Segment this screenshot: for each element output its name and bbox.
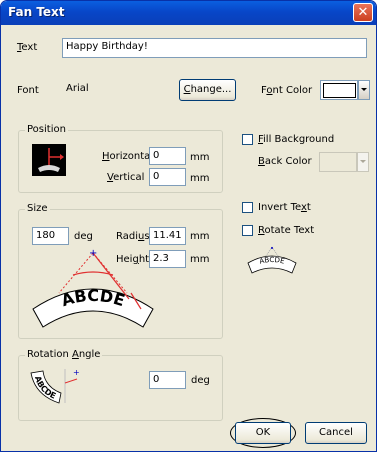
arc-degree-input[interactable]: 180 — [32, 227, 69, 245]
fill-background-checkbox[interactable] — [242, 134, 253, 145]
chevron-down-icon — [361, 88, 367, 91]
font-color-dropdown[interactable] — [358, 80, 370, 100]
vertical-unit: mm — [190, 173, 210, 184]
horizontal-input[interactable]: 0 — [149, 147, 186, 165]
text-label: Text — [17, 42, 38, 53]
change-font-button[interactable]: Change... — [179, 79, 236, 101]
position-group-title: Position — [25, 124, 68, 135]
cancel-button[interactable]: Cancel — [305, 422, 367, 444]
rotation-angle-unit: deg — [191, 375, 210, 386]
size-group-title: Size — [25, 203, 50, 214]
radius-unit: mm — [190, 231, 210, 242]
text-input[interactable]: Happy Birthday! — [62, 38, 367, 58]
font-label: Font — [17, 85, 39, 96]
rotation-angle-input[interactable]: 0 — [149, 371, 186, 389]
font-color-picker[interactable] — [320, 80, 358, 100]
radius-label: Radius — [116, 231, 150, 242]
svg-text:+: + — [73, 368, 80, 377]
back-color-label: Back Color — [258, 156, 312, 167]
chevron-down-icon — [360, 160, 366, 163]
height-unit: mm — [190, 254, 210, 265]
rotation-preview-icon: + ABCDE — [29, 363, 85, 405]
svg-text:+: + — [89, 248, 97, 259]
font-color-label: Font Color — [261, 85, 313, 96]
arc-degree-unit: deg — [74, 231, 93, 242]
rotation-angle-group-title: Rotation Angle — [25, 349, 103, 360]
invert-text-checkbox[interactable] — [242, 202, 253, 213]
fan-text-dialog: Fan Text ✕ Text Happy Birthday! Font Ari… — [0, 0, 377, 452]
ok-button[interactable]: OK — [235, 422, 291, 444]
invert-text-label: Invert Text — [258, 202, 311, 213]
radius-input[interactable]: 11.41 — [149, 227, 186, 245]
back-color-picker[interactable] — [319, 152, 357, 172]
title-bar: Fan Text ✕ — [1, 1, 376, 25]
size-preview-diagram: + ABCDE — [29, 247, 159, 332]
rotate-text-label: Rotate Text — [258, 225, 315, 236]
dialog-title: Fan Text — [8, 5, 65, 19]
close-button[interactable]: ✕ — [353, 3, 373, 22]
position-preview-icon — [32, 144, 66, 176]
horizontal-label: Horizontal — [102, 151, 154, 162]
text-style-preview-icon: ABCDE — [246, 245, 298, 279]
close-icon: ✕ — [357, 5, 369, 20]
fill-background-label: Fill Background — [258, 134, 335, 145]
vertical-input[interactable]: 0 — [149, 168, 186, 186]
vertical-label: Vertical — [107, 172, 145, 183]
rotate-text-checkbox[interactable] — [242, 225, 253, 236]
font-color-swatch — [323, 83, 356, 98]
back-color-dropdown[interactable] — [357, 152, 369, 172]
font-value: Arial — [62, 80, 172, 100]
horizontal-unit: mm — [190, 152, 210, 163]
